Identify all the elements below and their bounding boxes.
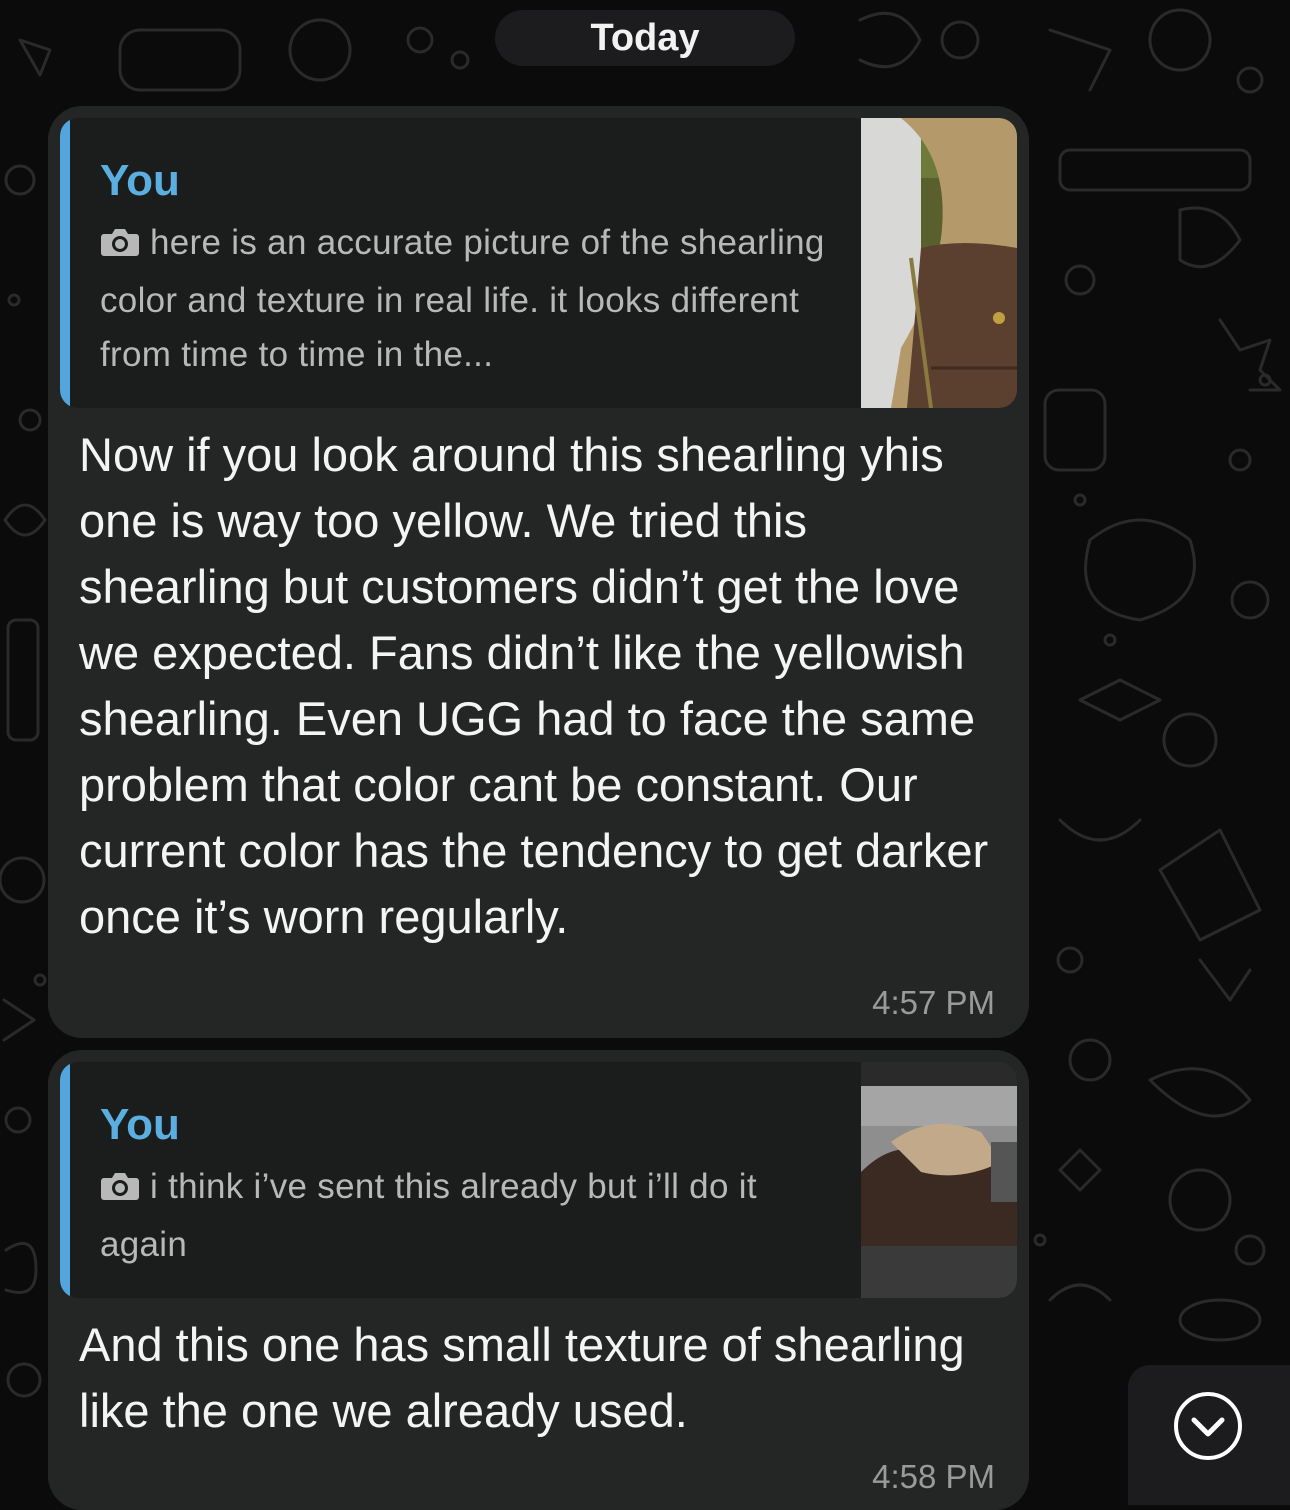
quote-accent-bar [60, 1062, 70, 1298]
chevron-down-icon [1174, 1392, 1242, 1460]
reply-quote[interactable]: You i think i’ve sent this already but i… [60, 1062, 1017, 1298]
message-bubble[interactable]: You here is an accurate picture of the s… [48, 106, 1029, 1038]
quote-preview-text: i think i’ve sent this already but i’ll … [100, 1167, 757, 1264]
shearling-jacket-thumbnail[interactable] [861, 118, 1017, 408]
date-separator: Today [495, 10, 795, 66]
quote-preview-text: here is an accurate picture of the shear… [100, 223, 825, 374]
message-timestamp: 4:57 PM [872, 984, 995, 1021]
quote-preview: i think i’ve sent this already but i’ll … [100, 1160, 840, 1272]
quote-author: You [100, 156, 180, 205]
reply-quote[interactable]: You here is an accurate picture of the s… [60, 118, 1017, 408]
scroll-to-bottom-button[interactable] [1128, 1365, 1290, 1505]
date-separator-label: Today [590, 16, 700, 59]
message-bubble[interactable]: You i think i’ve sent this already but i… [48, 1050, 1029, 1510]
message-text: Now if you look around this shearling yh… [79, 428, 989, 943]
message-text: And this one has small texture of shearl… [79, 1318, 965, 1437]
quote-preview: here is an accurate picture of the shear… [100, 216, 840, 382]
shearling-jacket-thumbnail[interactable] [861, 1062, 1017, 1298]
quote-accent-bar [60, 118, 70, 408]
quote-author: You [100, 1100, 180, 1149]
camera-icon [100, 1164, 140, 1218]
camera-icon [100, 220, 140, 274]
message-timestamp: 4:58 PM [872, 1458, 995, 1495]
